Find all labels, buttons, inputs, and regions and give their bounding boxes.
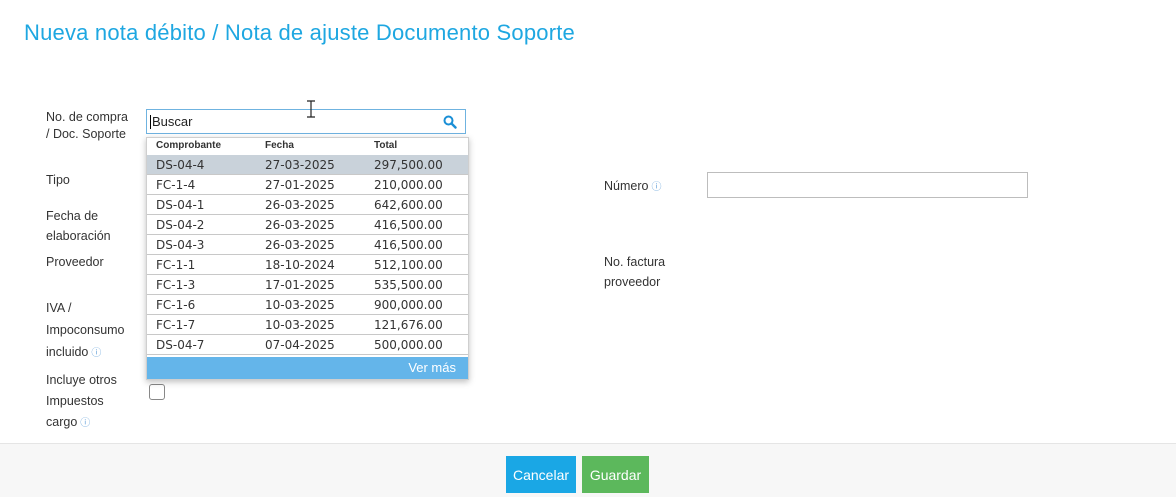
iva-label: IVA / Impoconsumo incluido ⓘ: [46, 297, 125, 365]
dropdown-row[interactable]: FC-1-6 10-03-2025 900,000.00: [147, 295, 468, 315]
dropdown-row[interactable]: DS-04-2 26-03-2025 416,500.00: [147, 215, 468, 235]
row-total: 535,500.00: [374, 278, 443, 292]
iva-label-line1: IVA /: [46, 301, 72, 315]
fecha-label-line2: elaboración: [46, 229, 111, 243]
numero-label-text: Número: [604, 179, 649, 193]
row-total: 210,000.00: [374, 178, 443, 192]
row-fecha: 26-03-2025: [265, 218, 335, 232]
factura-proveedor-label: No. factura proveedor: [604, 252, 665, 292]
dropdown-row[interactable]: FC-1-3 17-01-2025 535,500.00: [147, 275, 468, 295]
otros-impuestos-checkbox[interactable]: [149, 384, 165, 400]
search-icon[interactable]: [443, 115, 457, 129]
dropdown-row[interactable]: FC-1-7 10-03-2025 121,676.00: [147, 315, 468, 335]
purchase-doc-label: No. de compra / Doc. Soporte: [46, 109, 128, 143]
dropdown-row[interactable]: DS-04-4 27-03-2025 297,500.00: [147, 155, 468, 175]
row-total: 416,500.00: [374, 218, 443, 232]
otros-label-line2: Impuestos: [46, 394, 104, 408]
row-total: 416,500.00: [374, 238, 443, 252]
ver-mas-label: Ver más: [408, 360, 456, 375]
iva-label-line2: Impoconsumo: [46, 323, 125, 337]
info-icon[interactable]: ⓘ: [91, 348, 101, 359]
save-button[interactable]: Guardar: [582, 456, 649, 493]
ver-mas-button[interactable]: Ver más: [147, 357, 468, 379]
purchase-dropdown: Comprobante Fecha Total DS-04-4 27-03-20…: [146, 137, 469, 380]
row-total: 512,100.00: [374, 258, 443, 272]
row-total: 642,600.00: [374, 198, 443, 212]
otros-label-line3: cargo: [46, 415, 78, 429]
otros-label-line1: Incluye otros: [46, 373, 117, 387]
row-fecha: 10-03-2025: [265, 298, 335, 312]
row-comprobante: FC-1-4: [156, 178, 196, 192]
search-value: Buscar: [149, 114, 193, 129]
col-comprobante-header: Comprobante: [156, 140, 221, 151]
row-fecha: 26-03-2025: [265, 238, 335, 252]
dropdown-row[interactable]: DS-04-3 26-03-2025 416,500.00: [147, 235, 468, 255]
col-fecha-header: Fecha: [265, 140, 294, 151]
row-fecha: 10-03-2025: [265, 318, 335, 332]
dropdown-header: Comprobante Fecha Total: [147, 138, 468, 155]
info-icon[interactable]: ⓘ: [80, 418, 90, 429]
row-comprobante: FC-1-3: [156, 278, 196, 292]
fecha-label: Fecha de elaboración: [46, 206, 111, 246]
purchase-doc-label-line2: / Doc. Soporte: [46, 127, 126, 141]
factura-label-line1: No. factura: [604, 255, 666, 269]
row-comprobante: DS-04-7: [156, 338, 205, 352]
row-fecha: 27-03-2025: [265, 158, 335, 172]
row-fecha: 26-03-2025: [265, 198, 335, 212]
purchase-doc-label-line1: No. de compra: [46, 110, 128, 124]
row-fecha: 27-01-2025: [265, 178, 335, 192]
row-total: 500,000.00: [374, 338, 443, 352]
row-comprobante: DS-04-2: [156, 218, 205, 232]
row-total: 297,500.00: [374, 158, 443, 172]
row-comprobante: FC-1-6: [156, 298, 196, 312]
cancel-button[interactable]: Cancelar: [506, 456, 576, 493]
row-comprobante: FC-1-7: [156, 318, 196, 332]
dropdown-row[interactable]: FC-1-4 27-01-2025 210,000.00: [147, 175, 468, 195]
row-comprobante: DS-04-1: [156, 198, 205, 212]
row-fecha: 17-01-2025: [265, 278, 335, 292]
row-total: 121,676.00: [374, 318, 443, 332]
otros-impuestos-label: Incluye otros Impuestos cargo ⓘ: [46, 370, 117, 434]
row-total: 900,000.00: [374, 298, 443, 312]
tipo-label: Tipo: [46, 173, 70, 187]
info-icon[interactable]: ⓘ: [651, 182, 661, 193]
col-total-header: Total: [374, 140, 398, 151]
row-fecha: 18-10-2024: [265, 258, 335, 272]
page-title: Nueva nota débito / Nota de ajuste Docum…: [24, 20, 575, 45]
iva-label-line3: incluido: [46, 345, 89, 359]
dropdown-row[interactable]: DS-04-7 07-04-2025 500,000.00: [147, 335, 468, 355]
factura-label-line2: proveedor: [604, 275, 661, 289]
row-comprobante: FC-1-1: [156, 258, 196, 272]
text-cursor-icon: [307, 100, 315, 118]
row-comprobante: DS-04-3: [156, 238, 205, 252]
row-comprobante: DS-04-4: [156, 158, 205, 172]
fecha-label-line1: Fecha de: [46, 209, 99, 223]
dropdown-row[interactable]: DS-04-1 26-03-2025 642,600.00: [147, 195, 468, 215]
proveedor-label: Proveedor: [46, 255, 104, 269]
numero-label: Número ⓘ: [604, 176, 661, 198]
row-fecha: 07-04-2025: [265, 338, 335, 352]
dropdown-row[interactable]: FC-1-1 18-10-2024 512,100.00: [147, 255, 468, 275]
numero-input[interactable]: [707, 172, 1028, 198]
